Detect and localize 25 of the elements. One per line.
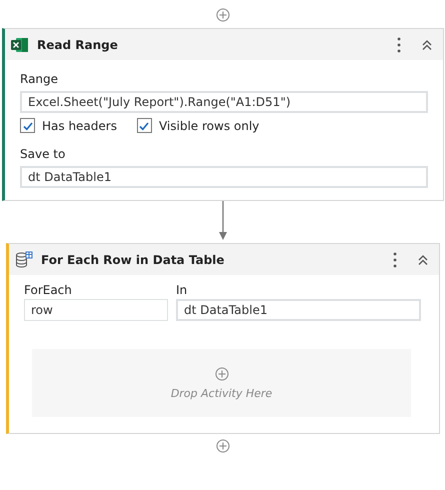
more-options-icon[interactable] [393,252,397,268]
more-options-icon[interactable] [397,36,401,52]
field-label: Save to [20,147,66,161]
collapse-icon[interactable] [417,254,429,266]
checkbox[interactable] [20,118,35,133]
field-label: ForEach [24,283,73,297]
field-label: Range [20,72,60,86]
collapse-icon[interactable] [421,38,433,50]
add-activity-icon[interactable] [216,439,230,453]
field-label: In [176,283,188,297]
add-activity-icon[interactable] [216,8,230,22]
range-input[interactable]: Excel.Sheet("July Report").Range("A1:D51") [20,91,428,113]
activity-title: Read Range [37,38,119,52]
database-table-icon [15,250,33,268]
checkbox[interactable] [136,118,152,133]
in-input[interactable]: dt DataTable1 [176,299,421,321]
connector-arrow [218,201,228,241]
checkbox-label: Has headers [42,118,117,132]
save-to-input[interactable]: dt DataTable1 [20,166,428,188]
foreach-input[interactable]: row [24,299,168,321]
activity-title: For Each Row in Data Table [41,252,226,266]
checkbox-label: Visible rows only [158,118,260,132]
drop-hint: Drop Activity Here [170,386,272,400]
add-activity-icon[interactable] [214,366,228,380]
spreadsheet-icon [11,36,29,52]
